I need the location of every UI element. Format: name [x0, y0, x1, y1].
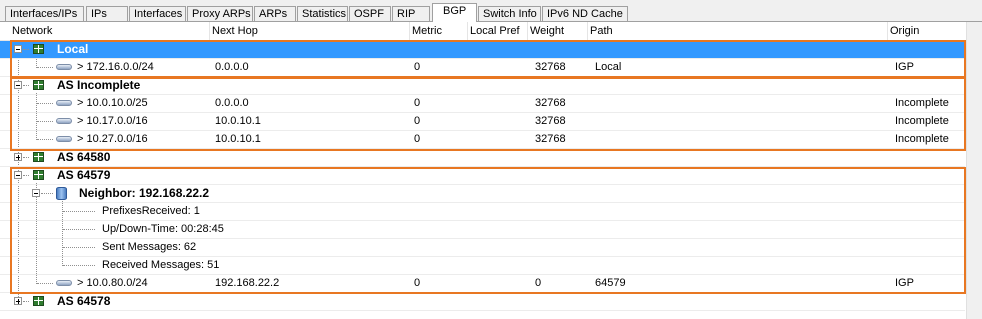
tree-connector	[23, 157, 29, 158]
tab-bgp[interactable]: BGP	[432, 3, 477, 22]
highlight-box	[10, 77, 966, 151]
table-icon	[33, 152, 44, 162]
column-header-local-pref[interactable]: Local Pref	[468, 22, 528, 40]
group-label: AS 64578	[57, 294, 111, 308]
tab-bar: Interfaces/IPs IPs Interfaces Proxy ARPs…	[0, 0, 982, 22]
column-header-row: Network Next Hop Metric Local Pref Weigh…	[0, 22, 982, 41]
tab-ips[interactable]: IPs	[86, 6, 128, 21]
column-header-origin[interactable]: Origin	[888, 22, 966, 40]
highlight-box	[10, 167, 966, 294]
tab-arps[interactable]: ARPs	[254, 6, 296, 21]
tab-interfaces[interactable]: Interfaces	[129, 6, 186, 21]
expand-icon[interactable]	[14, 153, 22, 161]
column-header-metric[interactable]: Metric	[410, 22, 468, 40]
tree-connector	[23, 301, 29, 302]
tab-rip[interactable]: RIP	[392, 6, 430, 21]
column-header-path[interactable]: Path	[588, 22, 888, 40]
tab-interfaces-ips[interactable]: Interfaces/IPs	[5, 6, 84, 21]
group-label: AS 64580	[57, 150, 111, 164]
group-row-as-64578[interactable]: AS 64578	[0, 293, 965, 311]
tab-ipv6-nd-cache[interactable]: IPv6 ND Cache	[542, 6, 628, 21]
tab-statistics[interactable]: Statistics	[297, 6, 348, 21]
column-header-weight[interactable]: Weight	[528, 22, 588, 40]
tab-switch-info[interactable]: Switch Info	[478, 6, 541, 21]
group-row-as-64580[interactable]: AS 64580	[0, 149, 965, 167]
tab-proxy-arps[interactable]: Proxy ARPs	[187, 6, 253, 21]
expand-icon[interactable]	[14, 297, 22, 305]
vertical-scrollbar[interactable]	[966, 22, 982, 319]
tab-ospf[interactable]: OSPF	[349, 6, 391, 21]
table-icon	[33, 296, 44, 306]
highlight-box	[10, 40, 966, 78]
column-header-next-hop[interactable]: Next Hop	[210, 22, 410, 40]
column-header-network[interactable]: Network	[10, 22, 210, 40]
